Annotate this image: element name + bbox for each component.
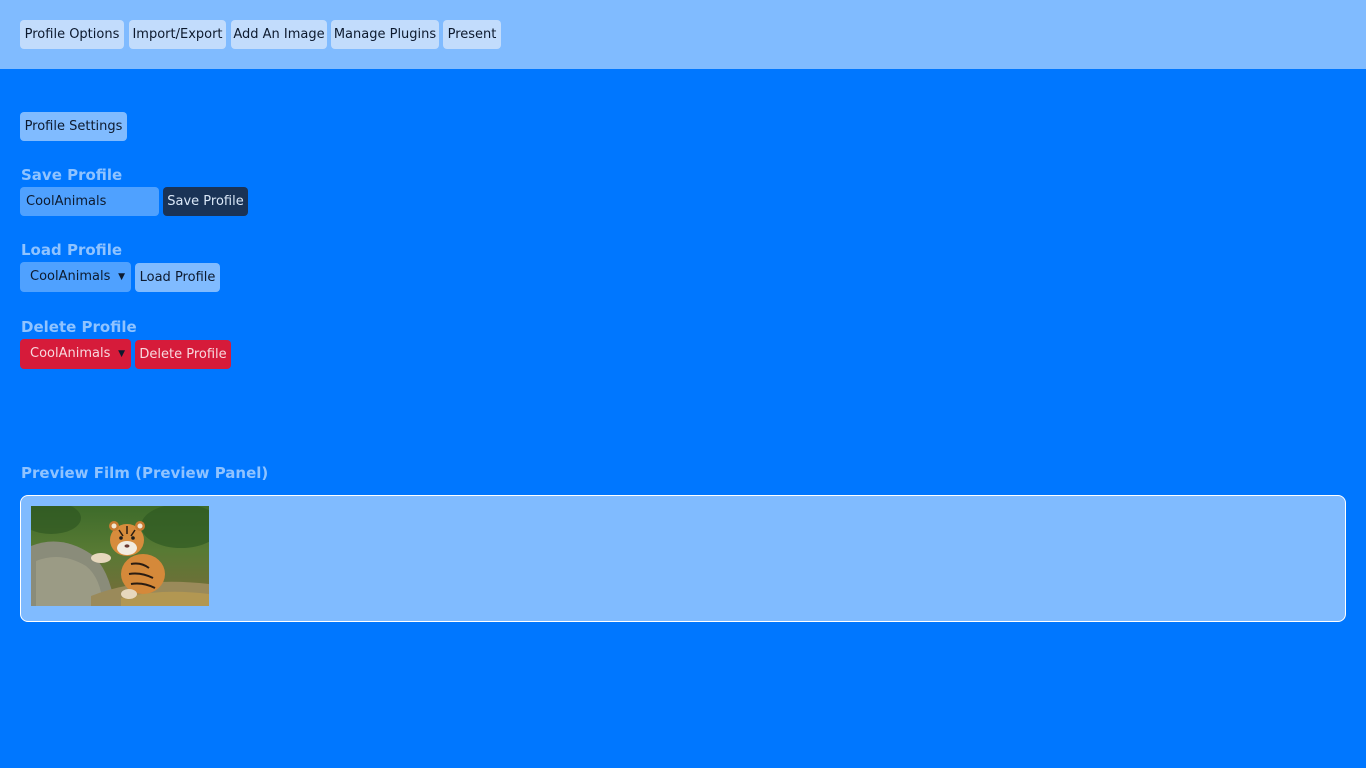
delete-profile-heading: Delete Profile xyxy=(21,318,137,336)
load-profile-heading: Load Profile xyxy=(21,241,123,259)
save-profile-heading: Save Profile xyxy=(21,166,123,184)
profile-settings-button[interactable]: Profile Settings xyxy=(20,112,127,141)
tiger-cub-image-thumbnail[interactable] xyxy=(31,506,209,606)
profile-name-input[interactable]: CoolAnimals xyxy=(20,187,159,216)
chevron-down-icon: ▼ xyxy=(118,349,125,359)
chevron-down-icon: ▼ xyxy=(118,272,125,282)
delete-profile-select[interactable]: CoolAnimals ▼ xyxy=(20,339,131,369)
delete-profile-selected-value: CoolAnimals xyxy=(30,346,111,361)
manage-plugins-button[interactable]: Manage Plugins xyxy=(331,20,439,49)
import-export-button[interactable]: Import/Export xyxy=(129,20,226,49)
add-image-button[interactable]: Add An Image xyxy=(231,20,327,49)
delete-profile-button[interactable]: Delete Profile xyxy=(135,340,231,369)
preview-panel xyxy=(20,495,1346,622)
save-profile-button[interactable]: Save Profile xyxy=(163,187,248,216)
top-toolbar: Profile Options Import/Export Add An Ima… xyxy=(0,0,1366,69)
profile-options-button[interactable]: Profile Options xyxy=(20,20,124,49)
preview-film-heading: Preview Film (Preview Panel) xyxy=(21,464,269,482)
tiger-cub-image xyxy=(31,506,209,606)
load-profile-selected-value: CoolAnimals xyxy=(30,269,111,284)
present-button[interactable]: Present xyxy=(443,20,501,49)
load-profile-button[interactable]: Load Profile xyxy=(135,263,220,292)
load-profile-select[interactable]: CoolAnimals ▼ xyxy=(20,262,131,292)
